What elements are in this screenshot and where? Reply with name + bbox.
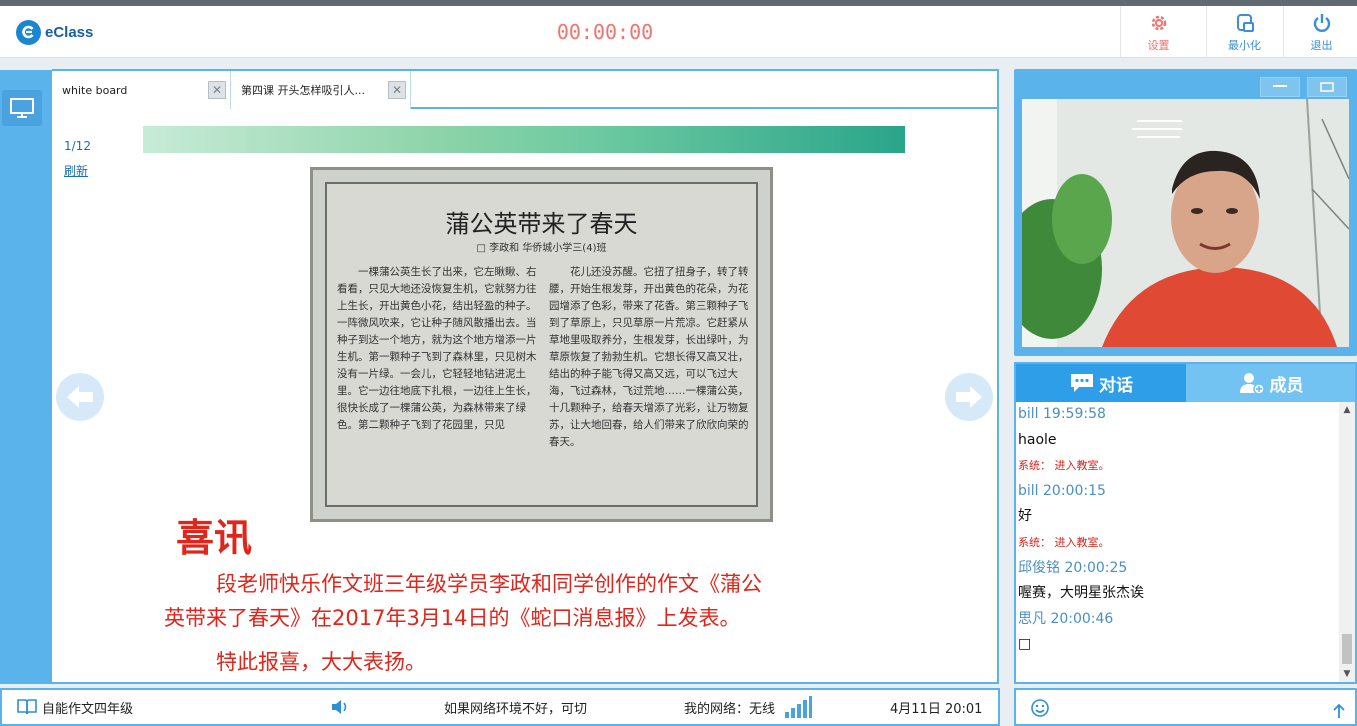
announcement-line-1: 段老师快乐作文班三年级学员李政和同学创作的作文《蒲公 xyxy=(216,572,762,596)
status-bar: 自能作文四年级 如果网络环境不好，可切 我的网络：无线 4月11日 20:01 xyxy=(0,688,1000,726)
tab-lesson-four[interactable]: 第四课 开头怎样吸引人... ✕ xyxy=(231,71,411,109)
status-datetime: 4月11日 20:01 xyxy=(890,701,983,717)
announcement-headline: 喜讯 xyxy=(176,515,253,560)
chat-sender: 思凡 20:00:46 xyxy=(1018,610,1114,627)
minimize-label: 最小化 xyxy=(1228,38,1261,52)
tab-chat[interactable]: 对话 xyxy=(1016,364,1186,402)
scrollbar-thumb[interactable] xyxy=(1342,634,1352,664)
speaker-icon xyxy=(332,700,347,714)
newspaper-title: 蒲公英带来了春天 xyxy=(445,210,638,238)
network-hint: 如果网络环境不好，可切 xyxy=(444,701,588,717)
exit-label: 退出 xyxy=(1310,38,1333,52)
minus-icon xyxy=(1273,85,1287,87)
announcement-line-3: 特此报喜，大大表扬。 xyxy=(216,650,426,674)
slide-header-band xyxy=(143,126,905,153)
minimize-button[interactable]: 最小化 xyxy=(1206,6,1282,58)
chat-message-body: 好 xyxy=(1018,508,1032,525)
scroll-up-icon[interactable]: ▲ xyxy=(1339,402,1355,418)
left-sidebar xyxy=(0,70,52,684)
arrow-right-icon xyxy=(956,386,982,408)
book-icon xyxy=(17,699,37,715)
page-indicator: 1/12 xyxy=(64,139,91,153)
emoji-button[interactable] xyxy=(1030,698,1050,722)
settings-label: 设置 xyxy=(1147,38,1170,52)
monitor-icon xyxy=(10,98,34,118)
announcement-line-2: 英带来了春天》在2017年3月14日的《蛇口消息报》上发表。 xyxy=(164,606,741,630)
tab-members[interactable]: 成员 xyxy=(1186,364,1355,402)
course-info: 自能作文四年级 xyxy=(16,690,133,724)
chat-tabs: 对话 成员 xyxy=(1016,364,1355,402)
tab-white-board[interactable]: white board ✕ xyxy=(52,71,231,109)
exit-button[interactable]: 退出 xyxy=(1283,6,1357,58)
volume-button[interactable] xyxy=(330,690,350,724)
smiley-icon xyxy=(1031,699,1049,717)
add-user-icon xyxy=(1239,373,1265,395)
newspaper-column-right: 花儿还没苏醒。它扭了扭身子，转了转腰，开始生根发芽，开出黄色的花朵，为花园增添了… xyxy=(549,266,749,448)
video-panel xyxy=(1014,69,1357,356)
chat-message-body: haole xyxy=(1018,431,1057,448)
webcam-image xyxy=(1022,99,1349,347)
top-bar: eClass 00:00:00 设置 最小化 退出 xyxy=(0,6,1357,58)
send-button[interactable] xyxy=(1332,702,1346,724)
next-page-button[interactable] xyxy=(945,373,993,421)
minimize-window-icon xyxy=(1236,13,1254,32)
tab-label: white board xyxy=(62,83,128,97)
chat-bubble-icon xyxy=(1071,374,1093,392)
video-minimize-button[interactable] xyxy=(1260,77,1300,97)
chat-message-body: □ xyxy=(1018,636,1032,653)
course-name: 自能作文四年级 xyxy=(42,701,134,717)
chat-system-message: 系统： 进入教室。 xyxy=(1018,459,1110,473)
close-icon[interactable]: ✕ xyxy=(388,81,406,99)
newspaper-clipping-image: 蒲公英带来了春天 □ 李政和 华侨城小学三(4)班 一棵蒲公英生长了出来，它左瞅… xyxy=(310,167,773,522)
chat-panel: 对话 成员 bill 19:59:58 haole 系统： 进入教室。 bill… xyxy=(1014,362,1357,684)
network-status: 我的网络：无线 xyxy=(684,690,813,724)
tab-label: 第四课 开头怎样吸引人... xyxy=(241,84,365,97)
chat-system-message: 系统： 进入教室。 xyxy=(1018,535,1110,549)
app-logo: eClass xyxy=(16,19,96,45)
newspaper-column-left: 一棵蒲公英生长了出来，它左瞅瞅、右看看，只见大地还没恢复生机，它就努力往上生长，… xyxy=(337,266,537,431)
close-icon[interactable]: ✕ xyxy=(208,81,226,99)
maximize-icon xyxy=(1320,82,1334,92)
tab-chat-label: 对话 xyxy=(1099,375,1133,396)
chat-input-bar[interactable] xyxy=(1014,688,1357,726)
chat-message-body: 喔赛，大明星张杰诶 xyxy=(1018,585,1144,602)
chat-scrollbar[interactable]: ▲ ▼ xyxy=(1339,402,1355,682)
power-icon xyxy=(1313,13,1330,32)
logo-text: eClass xyxy=(45,23,94,41)
gear-icon xyxy=(1151,15,1166,30)
tab-members-label: 成员 xyxy=(1269,375,1304,396)
chat-message-list: bill 19:59:58 haole 系统： 进入教室。 bill 20:00… xyxy=(1018,402,1338,682)
previous-page-button[interactable] xyxy=(56,373,104,421)
chat-sender: bill 20:00:15 xyxy=(1018,482,1106,499)
screen-share-button[interactable] xyxy=(2,90,42,126)
teacher-video-feed xyxy=(1022,99,1349,347)
document-tabs: white board ✕ 第四课 开头怎样吸引人... ✕ xyxy=(52,71,997,109)
arrow-up-icon xyxy=(1333,703,1345,718)
network-label: 我的网络：无线 xyxy=(684,701,776,717)
refresh-link[interactable]: 刷新 xyxy=(64,162,88,179)
class-timer: 00:00:00 xyxy=(556,20,654,44)
newspaper-frame: 蒲公英带来了春天 □ 李政和 华侨城小学三(4)班 一棵蒲公英生长了出来，它左瞅… xyxy=(325,182,758,507)
chat-sender: bill 19:59:58 xyxy=(1018,406,1106,422)
whiteboard-panel: white board ✕ 第四课 开头怎样吸引人... ✕ 1/12 刷新 蒲… xyxy=(52,69,999,684)
chat-sender: 邱俊铭 20:00:25 xyxy=(1018,559,1128,576)
signal-strength-icon xyxy=(785,696,813,718)
newspaper-byline: □ 李政和 华侨城小学三(4)班 xyxy=(476,243,607,254)
scroll-down-icon[interactable]: ▼ xyxy=(1339,666,1355,682)
logo-icon xyxy=(16,19,41,45)
arrow-left-icon xyxy=(67,386,93,408)
settings-button[interactable]: 设置 xyxy=(1120,6,1196,58)
video-maximize-button[interactable] xyxy=(1307,77,1347,97)
